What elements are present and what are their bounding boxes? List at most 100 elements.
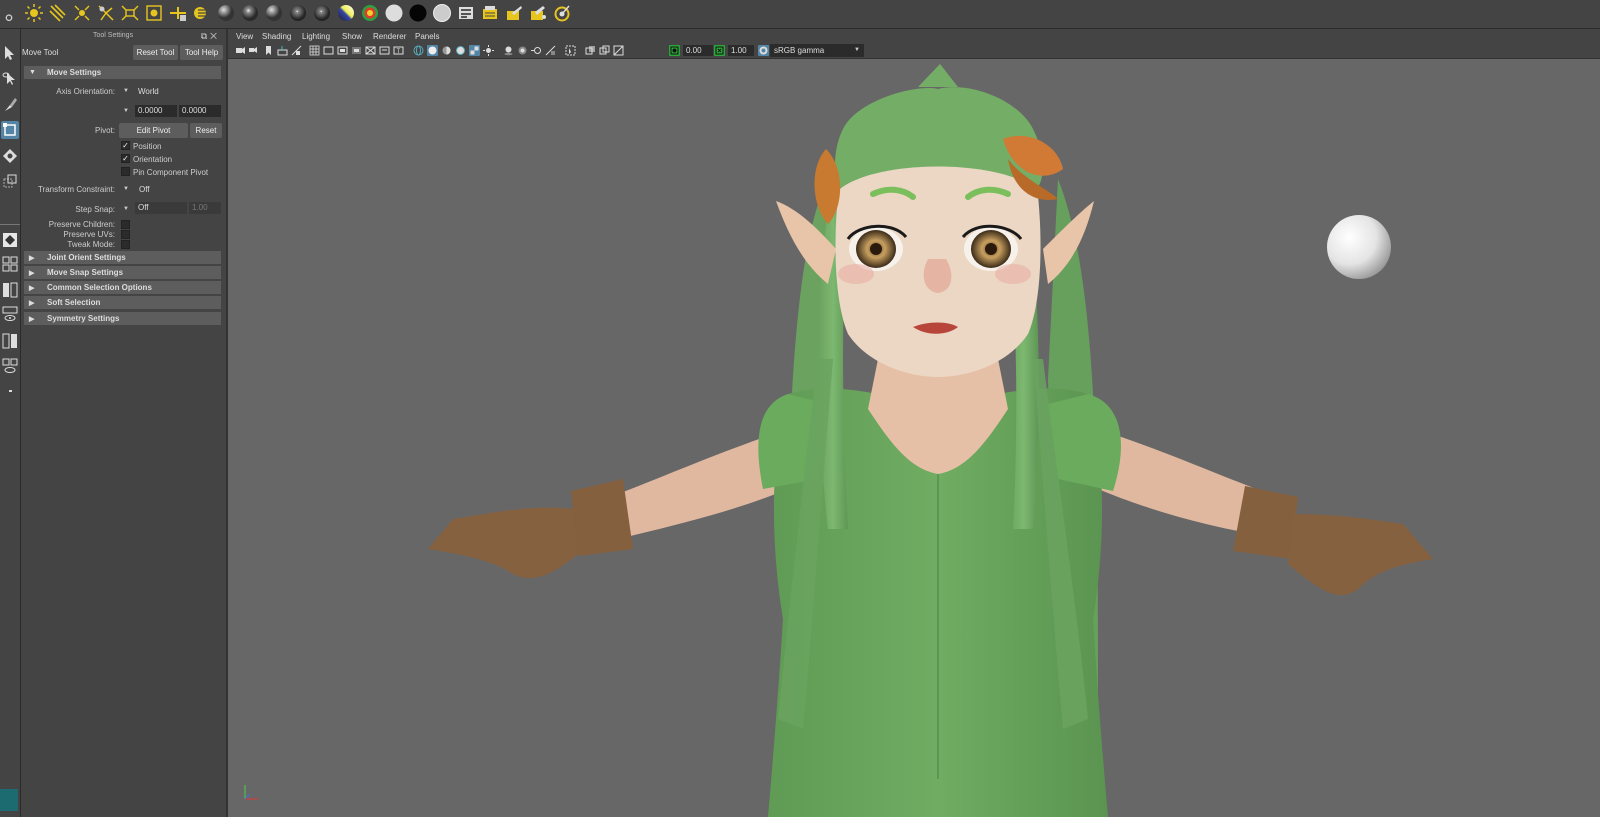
step-snap-amount-field[interactable]: 1.00: [189, 202, 221, 214]
dropdown-arrow-icon[interactable]: ▼: [854, 47, 860, 53]
dropdown-arrow-icon[interactable]: ▼: [123, 88, 129, 94]
section-joint-orient-settings[interactable]: ▶ Joint Orient Settings: [24, 251, 221, 264]
shader-ball-icon[interactable]: [240, 3, 260, 23]
side-by-side-layout-icon[interactable]: [1, 281, 19, 299]
elf-character[interactable]: [428, 64, 1433, 817]
dropdown-arrow-icon[interactable]: ▼: [123, 206, 129, 212]
axis-orientation-value[interactable]: World: [138, 87, 159, 96]
field-chart-icon[interactable]: [365, 45, 376, 56]
render-settings-icon[interactable]: [456, 3, 476, 23]
axis-value-field[interactable]: 0.0000: [135, 105, 177, 117]
persp-graph-layout-icon[interactable]: [1, 357, 19, 375]
close-icon[interactable]: ✕: [210, 31, 220, 41]
transform-constraint-value[interactable]: Off: [139, 185, 150, 194]
preserve-children-checkbox[interactable]: [121, 220, 130, 229]
hypershade-icon[interactable]: [192, 3, 212, 23]
resolution-gate-icon[interactable]: [337, 45, 348, 56]
isolate-select-icon[interactable]: [565, 45, 576, 56]
xray-components-icon[interactable]: [613, 45, 624, 56]
point-light-icon[interactable]: [72, 3, 92, 23]
paint-brush-icon[interactable]: [1, 95, 19, 113]
ipr-render-icon[interactable]: [552, 3, 572, 23]
black-shader-icon[interactable]: [408, 3, 428, 23]
shader-ball-icon[interactable]: [288, 3, 308, 23]
menu-view[interactable]: View: [236, 32, 253, 41]
color-space-dropdown[interactable]: sRGB gamma: [770, 44, 864, 57]
camera-icon[interactable]: [235, 45, 246, 56]
float-panel-icon[interactable]: ⧉: [201, 31, 210, 41]
volume-light-icon[interactable]: [144, 3, 164, 23]
layout-options-icon[interactable]: [1, 382, 19, 400]
menu-panels[interactable]: Panels: [415, 32, 439, 41]
3d-scene[interactable]: [228, 59, 1600, 817]
section-move-snap-settings[interactable]: ▶ Move Snap Settings: [24, 266, 221, 279]
outliner-layout-icon[interactable]: [1, 305, 19, 323]
move-icon[interactable]: [1, 121, 19, 139]
smooth-shade-icon[interactable]: [427, 45, 438, 56]
gamma-toggle-icon[interactable]: [714, 45, 725, 56]
light-editor-icon[interactable]: [168, 3, 188, 23]
motion-blur-icon[interactable]: [531, 45, 542, 56]
use-all-lights-icon[interactable]: [483, 45, 494, 56]
film-gate-icon[interactable]: [323, 45, 334, 56]
wireframe-icon[interactable]: [413, 45, 424, 56]
safe-action-icon[interactable]: [379, 45, 390, 56]
color-wheel-icon[interactable]: [360, 3, 380, 23]
directional-light-icon[interactable]: [48, 3, 68, 23]
tweak-mode-checkbox[interactable]: [121, 240, 130, 249]
xray-joints-icon[interactable]: [599, 45, 610, 56]
image-plane-icon[interactable]: [277, 45, 288, 56]
white-sphere[interactable]: [1327, 215, 1391, 279]
reset-pivot-button[interactable]: Reset: [190, 123, 222, 138]
gamma-field[interactable]: 1.00: [728, 45, 754, 56]
lasso-icon[interactable]: [1, 70, 19, 88]
gate-mask-icon[interactable]: [351, 45, 362, 56]
shaded-wireframe-icon[interactable]: [455, 45, 466, 56]
axis-value-field[interactable]: 0.0000: [179, 105, 221, 117]
exposure-toggle-icon[interactable]: [669, 45, 680, 56]
menu-renderer[interactable]: Renderer: [373, 32, 406, 41]
grid-icon[interactable]: [309, 45, 320, 56]
anti-aliasing-icon[interactable]: [545, 45, 556, 56]
ramp-shader-icon[interactable]: [336, 3, 356, 23]
exposure-field[interactable]: 0.00: [683, 45, 713, 56]
menu-lighting[interactable]: Lighting: [302, 32, 330, 41]
section-move-settings[interactable]: ▼ Move Settings: [24, 66, 221, 79]
menu-show[interactable]: Show: [342, 32, 362, 41]
shader-ball-icon[interactable]: [264, 3, 284, 23]
rotate-icon[interactable]: [1, 147, 19, 165]
preserve-uvs-checkbox[interactable]: [121, 230, 130, 239]
xray-icon[interactable]: [585, 45, 596, 56]
area-light-icon[interactable]: [120, 3, 140, 23]
ambient-occlusion-icon[interactable]: [517, 45, 528, 56]
viewport-panel[interactable]: View Shading Lighting Show Renderer Pane…: [226, 29, 1600, 817]
shelf-options-icon[interactable]: [0, 6, 18, 26]
camera-attributes-icon[interactable]: [248, 45, 259, 56]
dropdown-arrow-icon[interactable]: ▼: [123, 186, 129, 192]
shader-ball-icon[interactable]: [312, 3, 332, 23]
white-shader-icon[interactable]: [432, 3, 452, 23]
white-shader-icon[interactable]: [384, 3, 404, 23]
four-pane-layout-icon[interactable]: [1, 255, 19, 273]
2d-pan-zoom-icon[interactable]: [291, 45, 302, 56]
tool-help-button[interactable]: Tool Help: [180, 45, 223, 60]
pin-component-pivot-checkbox[interactable]: [121, 167, 130, 176]
edit-pivot-button[interactable]: Edit Pivot: [119, 123, 188, 138]
dropdown-arrow-icon[interactable]: ▼: [123, 108, 129, 114]
spot-light-icon[interactable]: [96, 3, 116, 23]
position-checkbox[interactable]: ✓: [121, 141, 130, 150]
sun-light-icon[interactable]: [24, 3, 44, 23]
render-region-icon[interactable]: [528, 3, 548, 23]
shadows-icon[interactable]: [503, 45, 514, 56]
render-icon[interactable]: [504, 3, 524, 23]
bookmark-icon[interactable]: [263, 45, 274, 56]
reset-tool-button[interactable]: Reset Tool: [133, 45, 178, 60]
section-symmetry-settings[interactable]: ▶ Symmetry Settings: [24, 312, 221, 325]
single-pane-layout-icon[interactable]: [1, 231, 19, 249]
textured-icon[interactable]: [469, 45, 480, 56]
section-soft-selection[interactable]: ▶ Soft Selection: [24, 296, 221, 309]
scale-icon[interactable]: [1, 172, 19, 190]
safe-title-icon[interactable]: T: [393, 45, 404, 56]
step-snap-dropdown[interactable]: Off: [135, 202, 187, 214]
menu-shading[interactable]: Shading: [262, 32, 291, 41]
